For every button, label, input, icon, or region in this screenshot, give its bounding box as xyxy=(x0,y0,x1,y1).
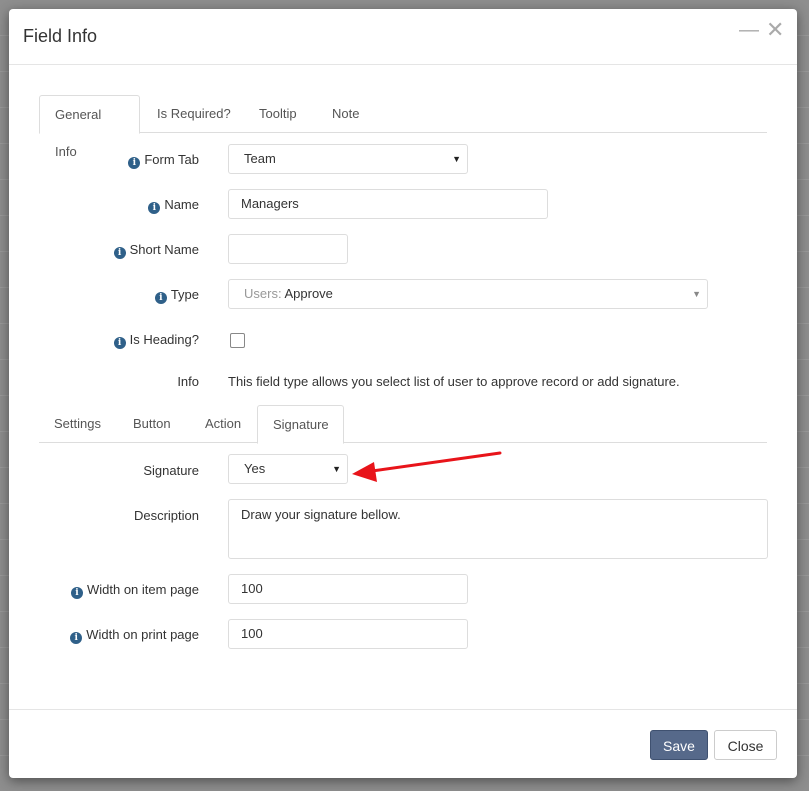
annotation-arrow-icon xyxy=(352,451,502,482)
